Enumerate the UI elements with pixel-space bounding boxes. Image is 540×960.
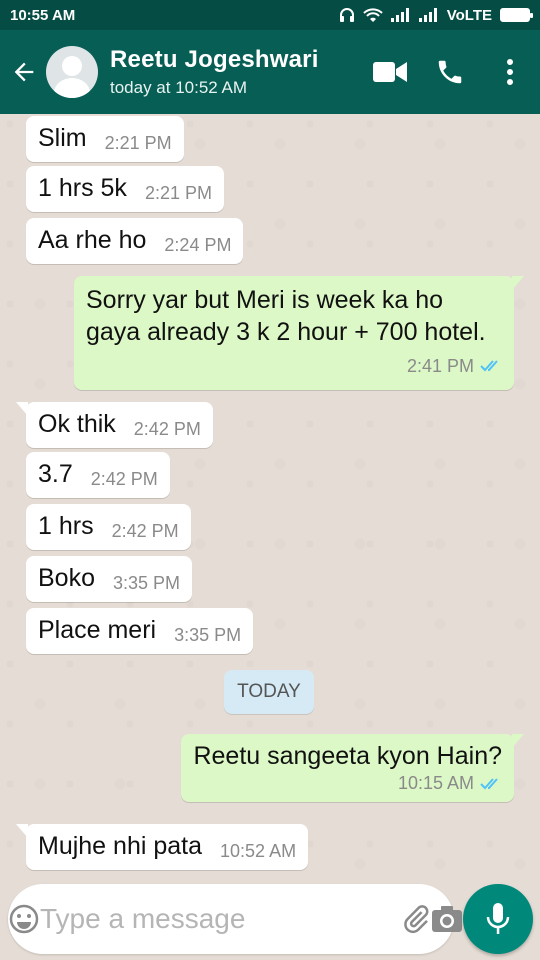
signal-icon <box>418 8 437 22</box>
message-meta: 2:41 PM <box>86 350 502 382</box>
back-arrow-icon <box>14 62 34 82</box>
message-outgoing[interactable]: Reetu sangeeta kyon Hain? 10:15 AM <box>181 734 524 802</box>
message-incoming[interactable]: Slim 2:21 PM <box>26 116 184 162</box>
message-incoming[interactable]: 1 hrs 2:42 PM <box>26 504 191 550</box>
wifi-icon <box>363 8 383 22</box>
more-vert-icon <box>507 59 513 85</box>
emoji-icon <box>9 904 39 934</box>
contact-info[interactable]: Reetu Jogeshwari today at 10:52 AM <box>110 46 360 98</box>
message-text: Boko <box>38 564 95 592</box>
headphones-icon <box>339 8 354 22</box>
message-text: 3.7 <box>38 460 73 488</box>
last-seen: today at 10:52 AM <box>110 78 248 97</box>
mic-icon <box>486 903 510 934</box>
message-incoming[interactable]: Mujhe nhi pata 10:52 AM <box>15 824 309 870</box>
date-divider: TODAY <box>224 670 314 714</box>
message-text: Slim <box>38 124 87 152</box>
message-text: Sorry yar but Meri is week ka ho gaya al… <box>86 286 486 346</box>
message-text: Reetu sangeeta kyon Hain? <box>193 742 502 770</box>
signal-icon <box>390 8 409 22</box>
message-time: 2:41 PM <box>406 356 474 376</box>
camera-button[interactable] <box>431 905 463 933</box>
contact-name: Reetu Jogeshwari <box>110 46 319 73</box>
message-incoming[interactable]: Boko 3:35 PM <box>26 556 193 602</box>
status-time: 10:55 AM <box>10 6 76 24</box>
message-incoming[interactable]: 1 hrs 5k 2:21 PM <box>26 166 224 212</box>
message-time: 3:35 PM <box>174 625 242 645</box>
voice-call-button[interactable] <box>420 30 480 114</box>
emoji-button[interactable] <box>8 903 40 935</box>
message-incoming[interactable]: Place meri 3:35 PM <box>26 608 254 654</box>
message-text: Mujhe nhi pata <box>38 832 203 860</box>
message-text: Aa rhe ho <box>38 226 147 254</box>
double-tick-icon <box>480 777 498 789</box>
chat-area[interactable]: Slim 2:21 PM 1 hrs 5k 2:21 PM Aa rhe ho 2:2… <box>0 114 540 880</box>
status-bar: 10:55 AM VoLTE <box>0 0 540 30</box>
video-call-icon <box>373 62 407 82</box>
camera-icon <box>432 906 462 932</box>
message-time: 2:42 PM <box>133 419 201 439</box>
message-time: 2:24 PM <box>164 235 232 255</box>
back-button[interactable] <box>2 30 46 114</box>
message-text: Ok thik <box>38 410 116 438</box>
message-time: 2:42 PM <box>111 521 179 541</box>
message-text: Place meri <box>38 616 157 644</box>
message-time: 2:21 PM <box>144 183 212 203</box>
message-text: 1 hrs <box>38 512 94 540</box>
attach-icon <box>404 905 429 934</box>
message-meta: 10:15 AM <box>193 773 502 794</box>
message-time: 10:15 AM <box>397 773 474 793</box>
status-icons: VoLTE <box>339 6 533 24</box>
double-tick-icon <box>480 360 498 372</box>
message-text: 1 hrs 5k <box>38 174 127 202</box>
message-outgoing[interactable]: Sorry yar but Meri is week ka ho gaya al… <box>74 276 524 390</box>
message-time: 2:21 PM <box>104 133 172 153</box>
battery-icon <box>500 8 533 22</box>
attach-button[interactable] <box>401 904 431 934</box>
chat-header: Reetu Jogeshwari today at 10:52 AM <box>0 30 540 114</box>
phone-icon <box>438 60 462 84</box>
mic-button[interactable] <box>463 884 533 954</box>
network-type: VoLTE <box>446 6 492 24</box>
more-options-button[interactable] <box>480 30 540 114</box>
message-time: 3:35 PM <box>112 573 181 593</box>
message-incoming[interactable]: Aa rhe ho 2:24 PM <box>26 218 244 264</box>
message-incoming[interactable]: Ok thik 2:42 PM <box>16 402 213 448</box>
message-input[interactable] <box>40 889 401 949</box>
video-call-button[interactable] <box>360 30 420 114</box>
message-time: 10:52 AM <box>220 841 297 861</box>
message-incoming[interactable]: 3.7 2:42 PM <box>26 452 170 498</box>
composer <box>8 884 462 954</box>
message-time: 2:42 PM <box>90 469 158 489</box>
avatar[interactable] <box>46 46 98 98</box>
